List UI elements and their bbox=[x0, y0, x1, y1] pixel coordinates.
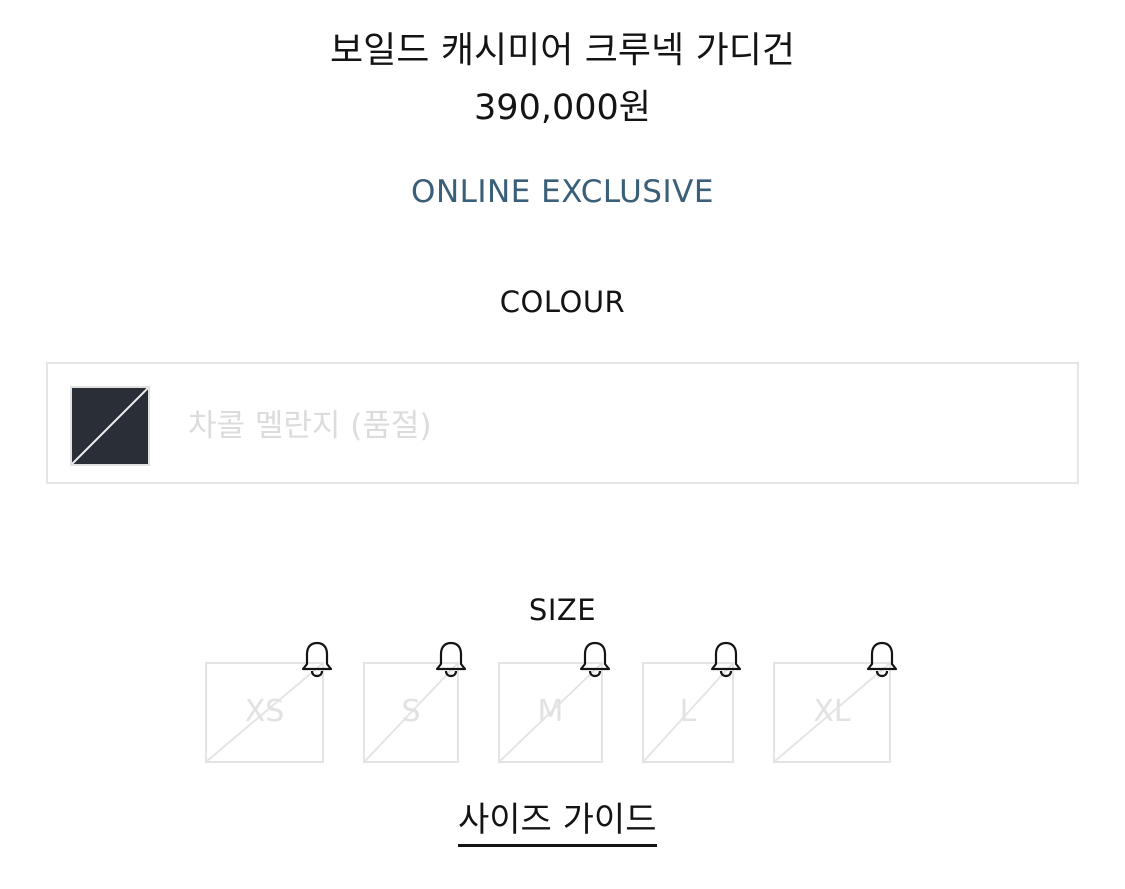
size-option-label: XS bbox=[244, 694, 285, 729]
bell-icon[interactable] bbox=[865, 640, 899, 678]
bell-icon[interactable] bbox=[300, 640, 334, 678]
product-title: 보일드 캐시미어 크루넥 가디건 bbox=[330, 30, 795, 71]
size-label: SIZE bbox=[528, 593, 597, 627]
bell-icon[interactable] bbox=[434, 640, 468, 678]
colour-swatch bbox=[70, 386, 150, 466]
bell-icon[interactable] bbox=[709, 640, 743, 678]
bell-icon[interactable] bbox=[578, 640, 612, 678]
colour-name: 차콜 멜란지 (품절) bbox=[188, 408, 432, 444]
size-option-label: XL bbox=[813, 694, 851, 729]
product-price: 390,000원 bbox=[474, 88, 651, 128]
size-guide-link[interactable]: 사이즈 가이드 bbox=[458, 798, 657, 847]
size-option-label: S bbox=[401, 694, 421, 729]
online-exclusive-badge: ONLINE EXCLUSIVE bbox=[411, 174, 714, 210]
sold-out-slash-icon bbox=[72, 388, 148, 464]
size-option-label: M bbox=[537, 694, 564, 729]
colour-label: COLOUR bbox=[499, 285, 626, 319]
size-option-label: L bbox=[679, 694, 697, 729]
colour-option[interactable]: 차콜 멜란지 (품절) bbox=[46, 362, 1079, 484]
